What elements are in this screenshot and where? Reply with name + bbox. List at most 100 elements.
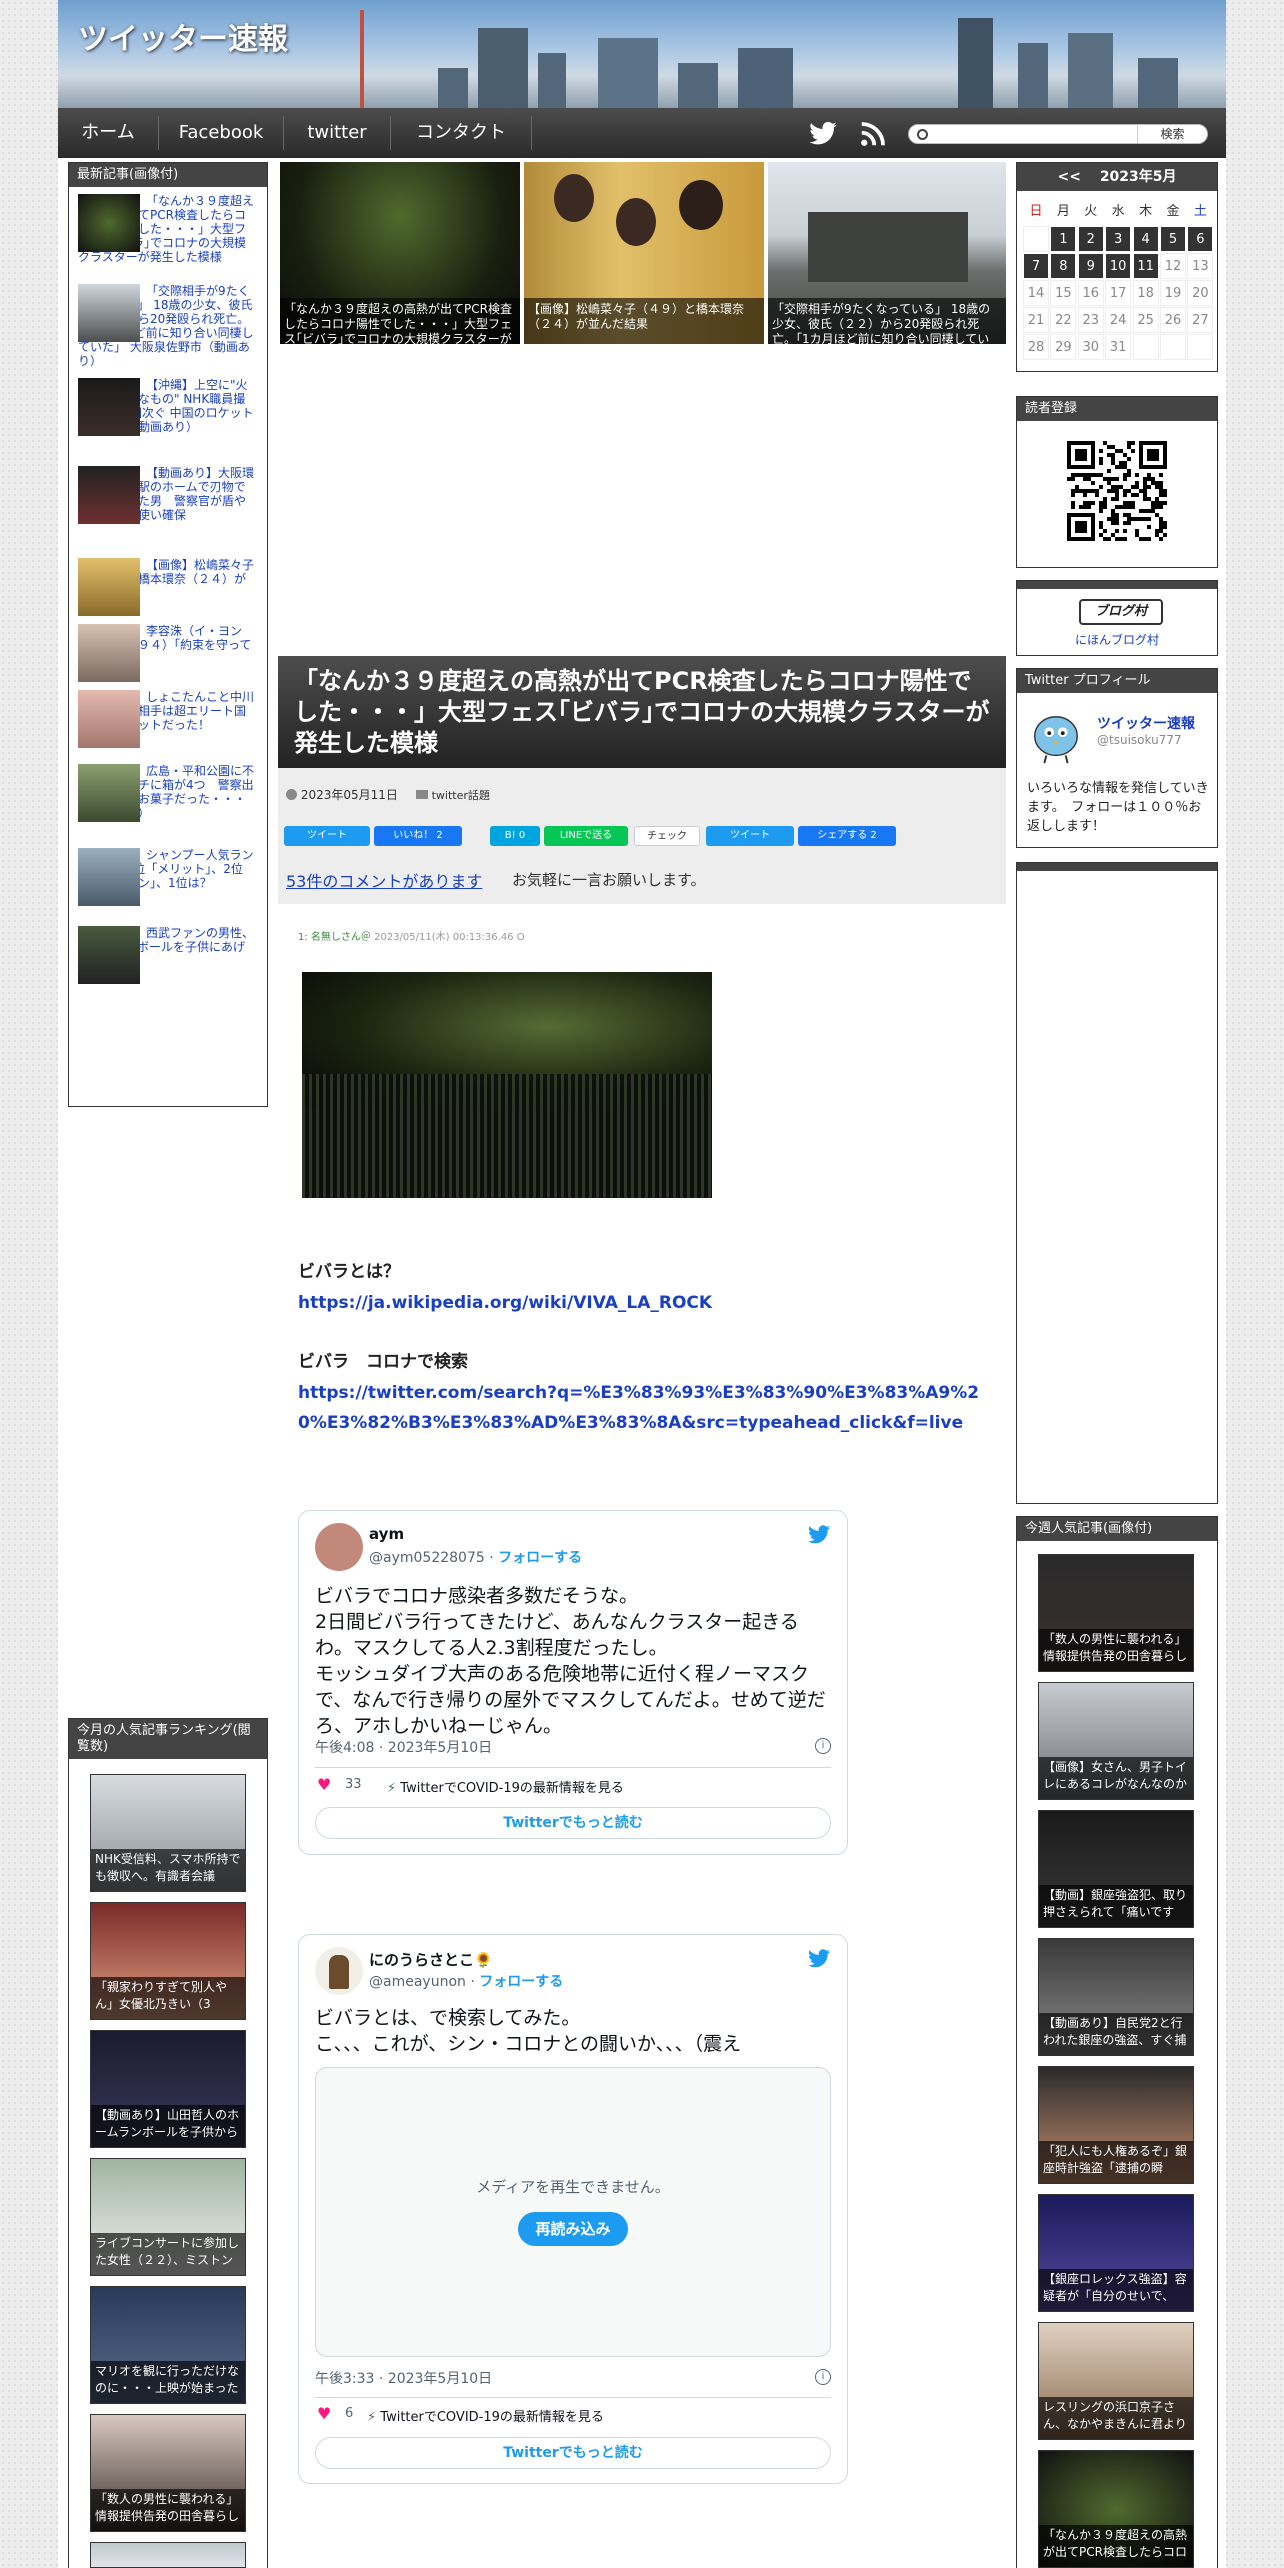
read-more-button[interactable]: Twitterでもっと読む — [315, 1807, 831, 1839]
nav-contact[interactable]: コンタクト — [391, 108, 531, 158]
wikipedia-link[interactable]: https://ja.wikipedia.org/wiki/VIVA_LA_RO… — [298, 1288, 988, 1318]
calendar-day[interactable]: 8 — [1050, 253, 1077, 279]
calendar-day[interactable]: 7 — [1023, 253, 1049, 279]
rss-icon[interactable] — [858, 119, 888, 149]
calendar-day[interactable]: 3 — [1105, 226, 1132, 252]
weekly-popular-item[interactable]: 【画像】女さん、男子トイレにあるコレがなんなのか — [1038, 1682, 1194, 1800]
article-thumbnail[interactable] — [78, 848, 140, 906]
search-input[interactable] — [933, 126, 1133, 142]
site-title[interactable]: ツイッター速報 — [78, 14, 288, 58]
profile-name[interactable]: ツイッター速報 — [1097, 713, 1195, 733]
facebook-share-button[interactable]: シェアする 2 — [798, 826, 896, 846]
nav-home[interactable]: ホーム — [58, 108, 158, 158]
heart-icon[interactable]: ♥ — [317, 2404, 331, 2423]
calendar-day[interactable]: 5 — [1160, 226, 1186, 252]
article-thumbnail[interactable] — [78, 624, 140, 682]
latest-article-item[interactable]: 【動画あり】大阪環状線森ノ宮駅のホームで刃物で車掌を脅した男 警察官が盾やさすま… — [78, 466, 256, 524]
hatena-bookmark-button[interactable]: B! 0 — [490, 826, 540, 846]
tweet-handle[interactable]: @aym05228075 — [369, 1550, 485, 1566]
latest-article-item[interactable]: しょこたんこと中川翔子の結婚相手は超エリート国際線パイロットだった！ — [78, 690, 256, 748]
covid-info-link[interactable]: ⚡ TwitterでCOVID-19の最新情報を見る — [387, 1777, 624, 1796]
calendar-day[interactable]: 10 — [1105, 253, 1132, 279]
twitter-search-link[interactable]: https://twitter.com/search?q=%E3%83%93%E… — [298, 1378, 988, 1438]
ranking-item[interactable]: マリオを観に行っただけなのに・・・上映が始まった — [90, 2286, 246, 2404]
calendar-day[interactable]: 1 — [1050, 226, 1077, 252]
calendar-day[interactable]: 11 — [1132, 253, 1159, 279]
featured-card[interactable]: 「なんか３９度超えの高熱が出てPCR検査したらコロナ陽性でした・・・」大型フェス… — [280, 162, 520, 344]
heart-icon[interactable]: ♥ — [317, 1775, 331, 1794]
tweet-share-button-2[interactable]: ツイート — [706, 826, 794, 846]
nav-twitter[interactable]: twitter — [284, 108, 390, 158]
profile-handle[interactable]: @tsuisoku777 — [1097, 733, 1182, 747]
latest-article-item[interactable]: 広島・平和公園に不審物 ベンチに箱が4つ 警察出動も中身はお菓子だった・・・（動… — [78, 764, 256, 822]
nav-facebook[interactable]: Facebook — [159, 108, 283, 158]
featured-card[interactable]: 「交際相手が9たくなっている」 18歳の少女、彼氏（２２）から20発殴られ死亡。… — [768, 162, 1006, 344]
ranking-item[interactable]: 【動画あり】山田哲人のホームランボールを子供から — [90, 2030, 246, 2148]
latest-article-item[interactable]: 李容洙（イ・ヨンス）さん（９４）「約束を守ってほしい」 — [78, 624, 256, 682]
tweet-time[interactable]: 午後3:33 · 2023年5月10日 — [315, 2368, 492, 2388]
calendar-weekday: 金 — [1166, 204, 1180, 219]
weekly-popular-item[interactable]: 【動画】銀座強盗犯、取り押さえられて「痛いです — [1038, 1810, 1194, 1928]
ranking-item[interactable]: 「親家わりすぎて別人やん」女優北乃きい（3 — [90, 1902, 246, 2020]
article-thumbnail[interactable] — [78, 558, 140, 616]
latest-article-item[interactable]: 【沖縄】上空に"火の玉のようなもの" NHK職員撮影 目撃も相次ぐ 中国のロケッ… — [78, 378, 256, 436]
article-thumbnail[interactable] — [78, 926, 140, 984]
twitter-bird-icon[interactable] — [807, 1525, 831, 1545]
profile-description: いろいろな情報を発信していきます。 フォローは１００％お返しします！ — [1027, 781, 1209, 834]
tweet-share-button[interactable]: ツイート — [284, 826, 370, 846]
tweet-avatar[interactable] — [315, 1523, 363, 1571]
weekly-popular-item[interactable]: レスリングの浜口京子さん、なかやまきんに君より — [1038, 2322, 1194, 2440]
weekly-popular-item[interactable]: 「なんか３９度超えの高熱が出てPCR検査したらコロ — [1038, 2450, 1194, 2568]
blogmura-logo[interactable]: ブログ村 — [1079, 599, 1163, 625]
weekly-popular-item[interactable]: 【動画あり】自民党2と行われた銀座の強盗、すぐ捕 — [1038, 1938, 1194, 2056]
covid-info-link[interactable]: ⚡ TwitterでCOVID-19の最新情報を見る — [367, 2406, 604, 2425]
info-icon[interactable]: i — [815, 2369, 831, 2385]
weekly-popular-item[interactable]: 「数人の男性に襲われる」情報提供告発の田舎暮らし — [1038, 1554, 1194, 1672]
line-share-button[interactable]: LINEで送る — [544, 826, 628, 846]
follow-button[interactable]: フォローする — [498, 1550, 582, 1566]
mixi-check-button[interactable]: チェック — [634, 826, 700, 846]
latest-article-item[interactable]: 「交際相手が9たくなっている」 18歳の少女、彼氏（２２）から20発殴られ死亡。… — [78, 284, 256, 368]
follow-button[interactable]: フォローする — [479, 1974, 563, 1990]
tweet-handle[interactable]: @ameayunon — [369, 1974, 466, 1990]
twitter-icon[interactable] — [808, 119, 838, 149]
blogmura-link[interactable]: にほんブログ村 — [1017, 631, 1217, 648]
ranking-item[interactable]: 「数人の男性に襲われる」情報提供告発の田舎暮らし — [90, 2414, 246, 2532]
latest-article-item[interactable]: 「なんか３９度超えの高熱が出てPCR検査したらコロナ陽性でした・・・」大型フェス… — [78, 194, 256, 264]
comments-link[interactable]: 53件のコメントがあります — [286, 868, 482, 892]
article-thumbnail[interactable] — [78, 378, 140, 436]
info-icon[interactable]: i — [815, 1738, 831, 1754]
calendar-prev[interactable]: << — [1057, 169, 1080, 185]
calendar-day[interactable]: 9 — [1077, 253, 1104, 279]
article-thumbnail[interactable] — [78, 194, 140, 252]
tweet-time[interactable]: 午後4:08 · 2023年5月10日 — [315, 1737, 492, 1757]
read-more-button[interactable]: Twitterでもっと読む — [315, 2437, 831, 2469]
weekly-popular-item[interactable]: 「犯人にも人権あるぞ」銀座時計強盗「逮捕の瞬 — [1038, 2066, 1194, 2184]
weekly-caption: 【銀座ロレックス強盗】容疑者が「自分のせいで、 — [1039, 2269, 1193, 2311]
tweet-author-name[interactable]: にのうらさとこ🌻 — [369, 1949, 493, 1970]
search-button[interactable]: 検索 — [1137, 125, 1207, 143]
ranking-item[interactable] — [90, 2542, 246, 2568]
ranking-item[interactable]: NHK受信料、スマホ所持でも徴収へ。有識者会議 — [90, 1774, 246, 1892]
latest-article-item[interactable]: 【画像】松嶋菜々子（４９）と橋本環奈（２４）が並んだ結果 — [78, 558, 256, 616]
featured-card[interactable]: 【画像】松嶋菜々子（４９）と橋本環奈（２４）が並んだ結果 — [524, 162, 764, 344]
latest-article-item[interactable]: 西武ファンの男性、ホームランボールを子供にあげる — [78, 926, 256, 984]
ranking-item[interactable]: ライブコンサートに参加した女性（２２）、ミストン — [90, 2158, 246, 2276]
article-thumbnail[interactable] — [78, 690, 140, 748]
qr-code[interactable] — [1067, 441, 1167, 541]
article-thumbnail[interactable] — [78, 284, 140, 342]
calendar-day[interactable]: 2 — [1077, 226, 1104, 252]
reload-button[interactable]: 再読み込み — [518, 2212, 628, 2246]
article-thumbnail[interactable] — [78, 466, 140, 524]
article-thumbnail[interactable] — [78, 764, 140, 822]
tweet-text: ビバラでコロナ感染者多数だそうな。 2日間ビバラ行ってきたけど、あんなんクラスタ… — [315, 1585, 826, 1737]
weekly-popular-item[interactable]: 【銀座ロレックス強盗】容疑者が「自分のせいで、 — [1038, 2194, 1194, 2312]
calendar-day[interactable]: 6 — [1187, 226, 1214, 252]
latest-article-item[interactable]: シャンプー人気ランキング 3位「メリット」、2位「パンテーン」、1位は？ — [78, 848, 256, 906]
tweet-avatar[interactable] — [315, 1947, 363, 1995]
calendar-day[interactable]: 4 — [1132, 226, 1159, 252]
like-button[interactable]: いいね！ 2 — [374, 826, 462, 846]
article-category[interactable]: twitter話題 — [432, 789, 490, 802]
twitter-bird-icon[interactable] — [807, 1949, 831, 1969]
tweet-author-name[interactable]: aym — [369, 1525, 404, 1543]
